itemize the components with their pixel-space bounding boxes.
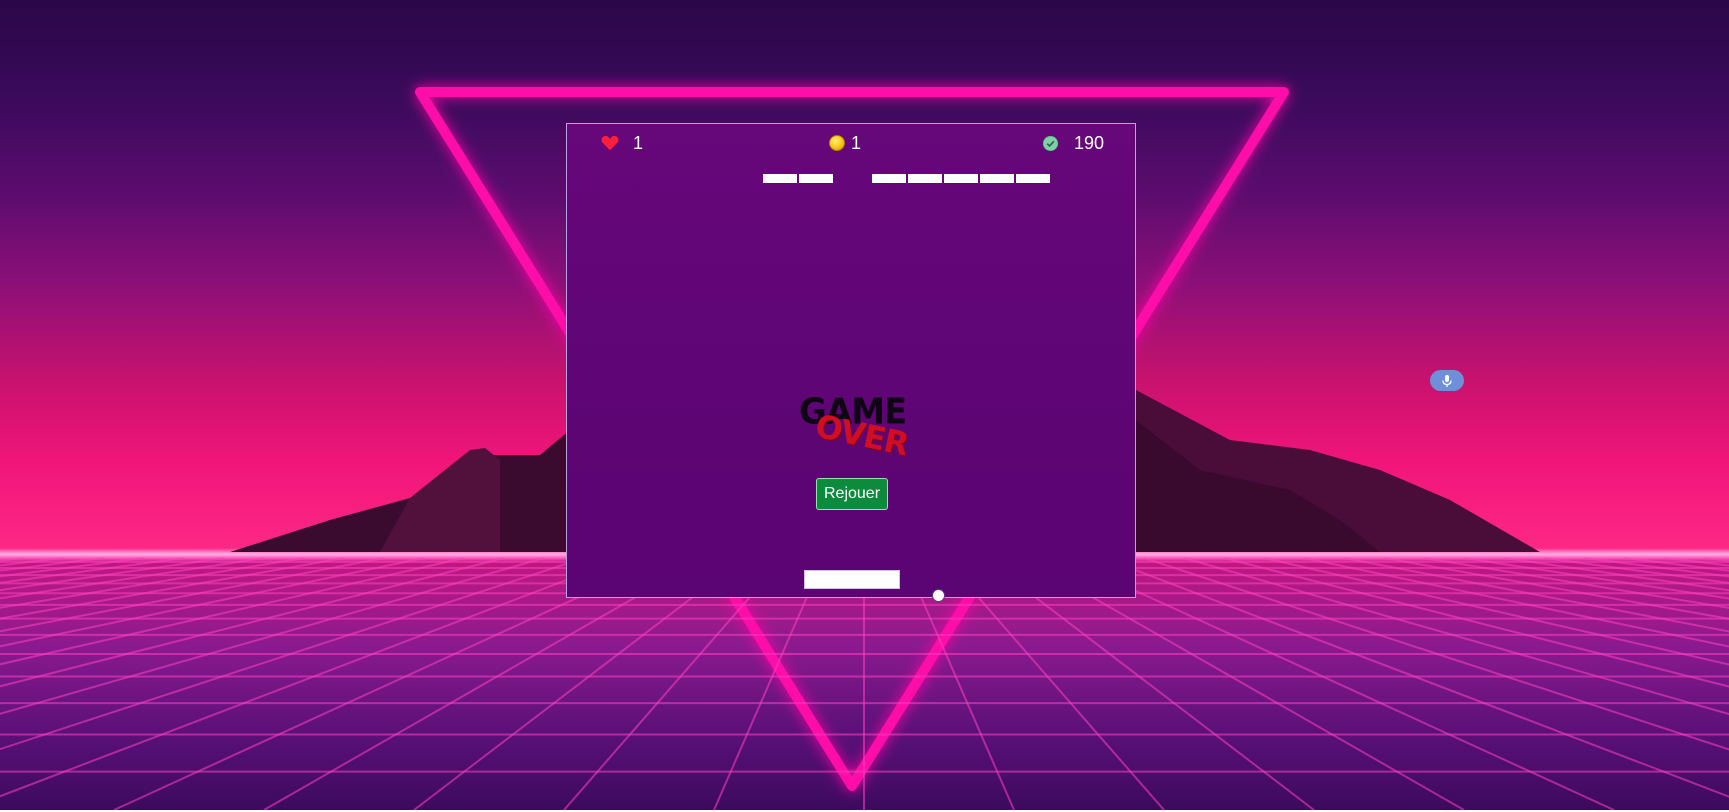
brick [1016,174,1050,183]
game-scene: 1 1 190 GAME OVER Rejouer [0,0,1729,810]
ball [932,589,945,602]
microphone-button[interactable] [1430,370,1464,391]
brick [908,174,942,183]
lives-counter: 1 [601,130,643,156]
check-circle-icon [1043,135,1058,151]
brick [944,174,978,183]
brick [799,174,833,183]
coins-value: 1 [851,132,862,153]
score-value: 190 [1074,132,1105,153]
brick [763,174,797,183]
coins-counter: 1 [829,130,861,156]
coin-icon [829,135,845,151]
replay-button[interactable]: Rejouer [816,478,888,510]
score-counter: 190 [1043,130,1104,156]
paddle[interactable] [804,570,900,589]
heart-icon [601,135,619,151]
game-board[interactable]: 1 1 190 GAME OVER Rejouer [566,123,1136,598]
microphone-icon [1442,374,1452,387]
lives-value: 1 [633,132,644,153]
brick [872,174,906,183]
game-over-logo: GAME OVER [799,391,912,463]
brick [980,174,1014,183]
